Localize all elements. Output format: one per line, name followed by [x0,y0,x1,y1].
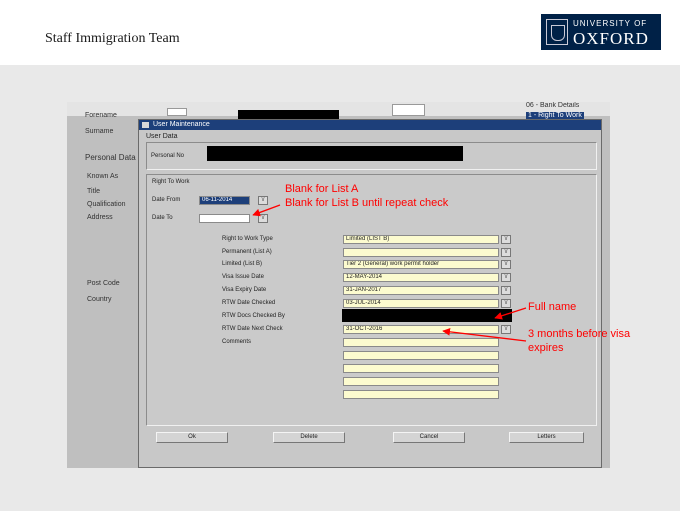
visa-expiry-date-label: Visa Expiry Date [222,287,267,293]
date-from-input[interactable]: 06-11-2014 [199,196,250,205]
comments-line-2[interactable] [343,351,499,360]
slide-title: Staff Immigration Team [45,31,180,46]
window-icon [142,122,149,128]
title-label: Title [87,188,100,195]
dialog-title-bar[interactable]: User Maintenance [139,120,601,130]
cancel-button[interactable]: Cancel [393,432,465,443]
comments-line-4[interactable] [343,377,499,386]
date-from-label: Date From [152,197,181,203]
forename-field[interactable] [167,108,187,116]
post-code-label: Post Code [87,280,120,287]
oxford-logo: UNIVERSITY OF OXFORD [541,14,661,50]
visa-issue-date-label: Visa Issue Date [222,274,264,280]
annotation-full-name: Full name [528,301,577,313]
visa-issue-date-lov-button[interactable]: \/ [501,273,511,282]
comments-label: Comments [222,339,252,345]
user-maintenance-dialog: User Maintenance User Data Personal No R… [138,119,602,468]
limited-list-b-lov-button[interactable]: \/ [501,260,511,269]
oxford-crest-icon [546,19,568,45]
comments-line-3[interactable] [343,364,499,373]
rtw-docs-checked-by-label: RTW Docs Checked By [222,313,285,319]
redacted-docs-checked-by [342,309,512,322]
forename-label: Forename [85,112,117,119]
annotation-three-months-line1: 3 months before visa [528,328,631,340]
rtw-date-next-check-label: RTW Date Next Check [222,326,283,332]
known-as-label: Known As [87,173,119,180]
annotation-blank-list-b: Blank for List B until repeat check [285,197,449,209]
ok-button[interactable]: Ok [156,432,228,443]
right-to-work-panel: Right To Work Date From 06-11-2014 \/ Da… [146,174,597,426]
annotation-blank-list-a: Blank for List A [285,183,359,195]
qualification-label: Qualification [87,201,126,208]
letters-button[interactable]: Letters [509,432,584,443]
redacted-personal-no [207,146,463,161]
rtw-date-next-check-input[interactable]: 31-OCT-2016 [343,325,499,334]
rtw-date-checked-label: RTW Date Checked [222,300,276,306]
surname-label: Surname [85,128,114,135]
background-field-top[interactable] [392,104,425,116]
dialog-title: User Maintenance [153,121,210,128]
logo-oxford: OXFORD [573,29,649,48]
rtw-date-next-check-lov-button[interactable]: \/ [501,325,511,334]
annotation-three-months-line2: expires [528,342,564,354]
country-label: Country [87,296,112,303]
limited-list-b-label: Limited (List B) [222,261,263,267]
limited-list-b-input[interactable]: Tier 2 (General) work permit holder [343,260,499,269]
permanent-list-a-input[interactable] [343,248,499,257]
personal-data-tab[interactable]: Personal Data [85,153,136,162]
address-label: Address [87,214,113,221]
rtw-date-checked-input[interactable]: 03-JUL-2014 [343,299,499,308]
personal-no-label: Personal No [151,153,185,159]
tab-user-data[interactable]: User Data [146,133,178,140]
permanent-list-a-label: Permanent (List A) [222,249,272,255]
logo-university-of: UNIVERSITY OF [573,19,648,28]
list-item-right-to-work[interactable]: 1 - Right To Work [526,112,584,119]
date-to-lov-button[interactable]: \/ [258,214,268,223]
application-screenshot: Forename 06 - Bank Details 1 - Right To … [67,102,610,468]
date-to-input[interactable] [199,214,250,223]
comments-line-5[interactable] [343,390,499,399]
delete-button[interactable]: Delete [273,432,345,443]
permanent-list-a-lov-button[interactable]: \/ [501,248,511,257]
date-from-lov-button[interactable]: \/ [258,196,268,205]
rtw-date-checked-lov-button[interactable]: \/ [501,299,511,308]
visa-expiry-date-input[interactable]: 31-JAN-2017 [343,286,499,295]
list-item-bank-details[interactable]: 06 - Bank Details [526,102,579,109]
right-to-work-type-label: Right to Work Type [222,236,273,242]
right-to-work-type-input[interactable]: Limited (LIST B) [343,235,499,244]
right-to-work-section-label: Right To Work [152,179,190,185]
visa-expiry-date-lov-button[interactable]: \/ [501,286,511,295]
comments-line-1[interactable] [343,338,499,347]
date-to-label: Date To [152,215,173,221]
right-to-work-type-lov-button[interactable]: \/ [501,235,511,244]
visa-issue-date-input[interactable]: 12-MAY-2014 [343,273,499,282]
